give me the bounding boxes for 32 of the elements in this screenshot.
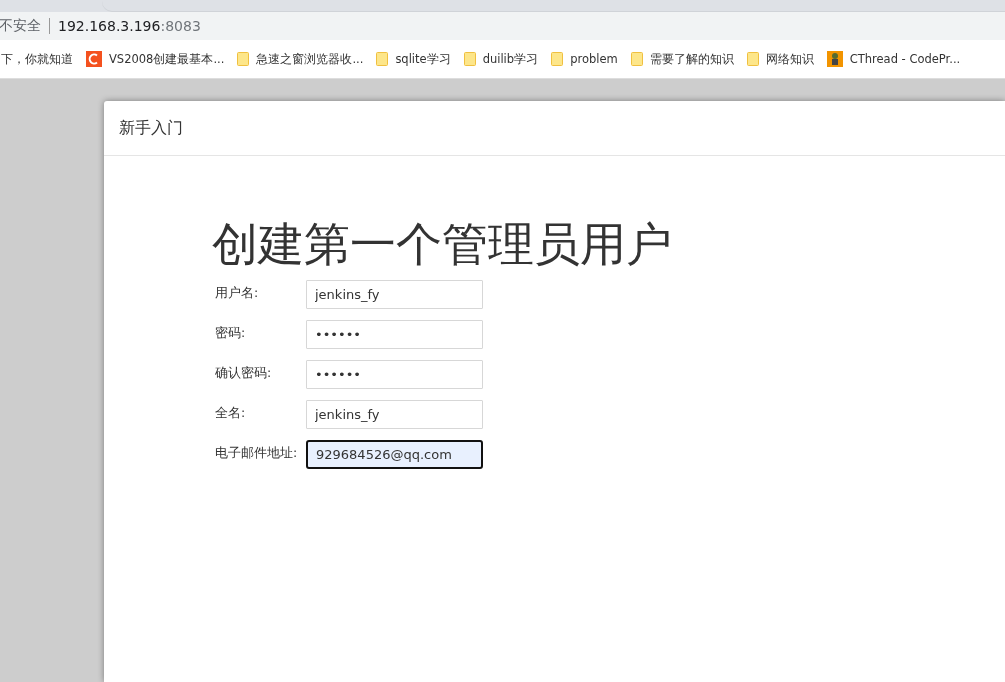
folder-icon [746,52,759,66]
bookmark-item[interactable]: problem [551,52,618,66]
bookmark-item[interactable]: duilib学习 [463,51,539,67]
page-heading: 创建第一个管理员用户 [212,216,673,273]
input-field[interactable]: jenkins_fy [306,400,483,429]
address-port[interactable]: :8083 [160,18,201,34]
logo-icon [86,51,102,67]
bookmark-item[interactable]: sqlite学习 [376,51,451,67]
field-label: 用户名: [215,284,260,302]
folder-icon [237,52,250,66]
folder-icon [376,52,389,66]
bookmark-item[interactable]: CThread - CodePr... [826,51,961,67]
bookmark-item[interactable]: 下，你就知道 [1,51,73,67]
input-field[interactable]: 929684526@qq.com [306,440,483,469]
bookmark-item[interactable]: 需要了解的知识 [630,51,734,67]
field-label: 全名: [215,404,247,422]
input-field[interactable]: •••••• [306,320,483,349]
dialog-title: 新手入门 [119,117,183,139]
address-host[interactable]: 192.168.3.196 [58,18,161,34]
bookmark-item[interactable]: 急速之窗浏览器收... [237,51,364,67]
field-label: 密码: [215,324,247,342]
field-label: 确认密码: [215,364,273,382]
field-label: 电子邮件地址: [215,444,299,462]
folder-icon [551,52,564,66]
input-field[interactable]: jenkins_fy [306,280,483,309]
folder-icon [630,52,643,66]
security-label[interactable]: 不安全 [0,17,41,35]
robot-icon [826,51,843,67]
bookmark-item[interactable]: VS2008创建最基本... [86,51,225,67]
bookmark-item[interactable]: 网络知识 [746,51,814,67]
folder-icon [463,52,476,66]
input-field[interactable]: •••••• [306,360,483,389]
